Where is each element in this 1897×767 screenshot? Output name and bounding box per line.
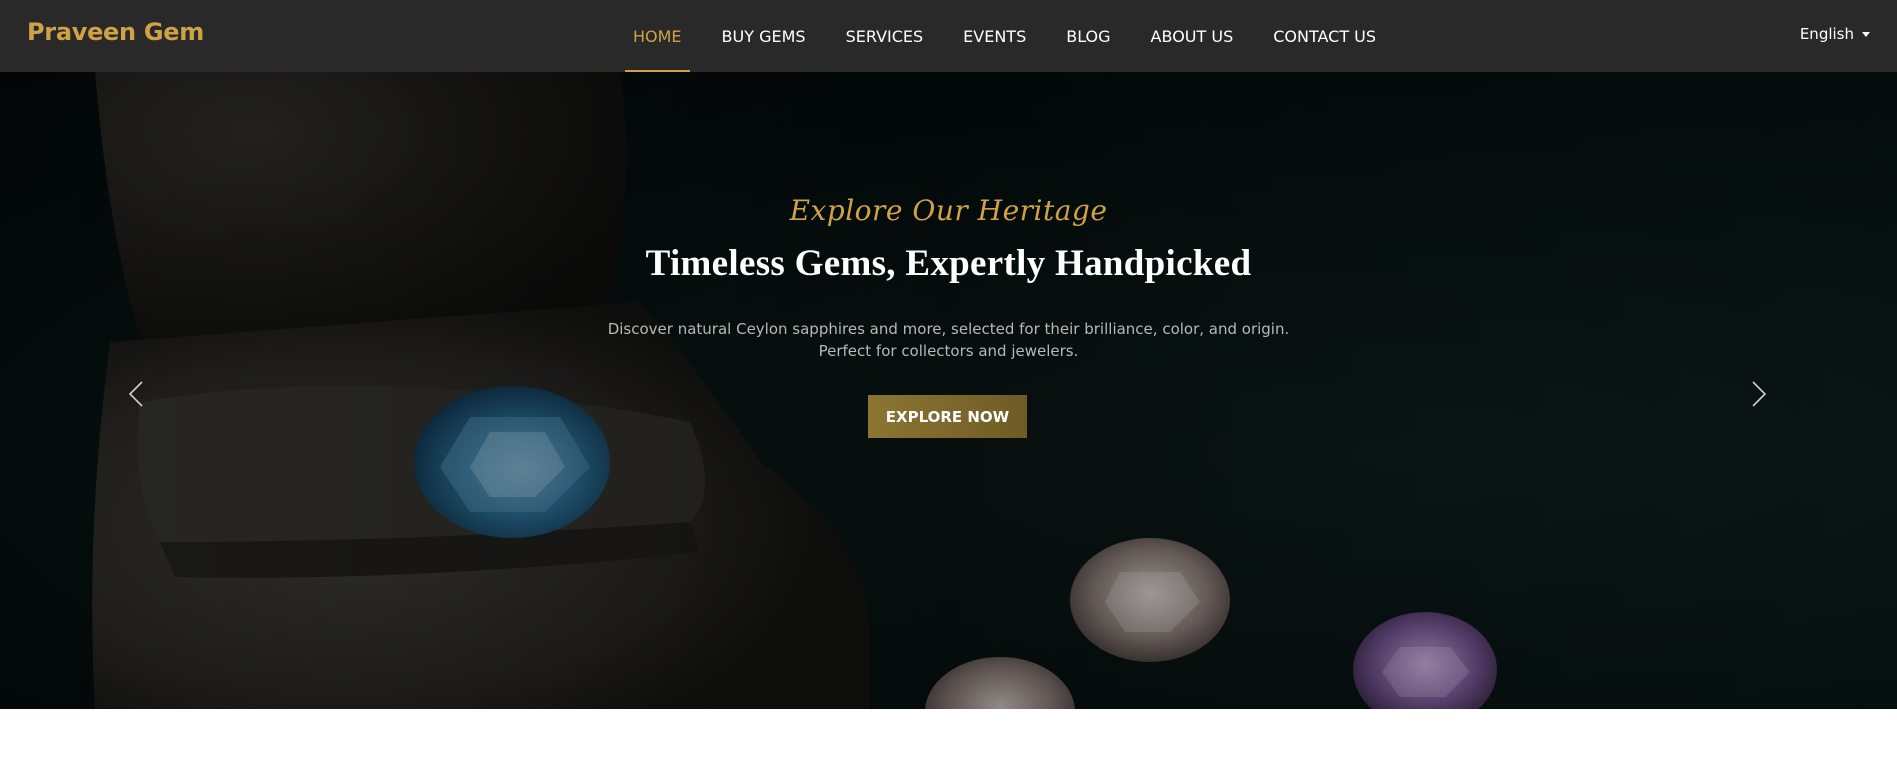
hero-description-line2: Perfect for collectors and jewelers. [818, 342, 1079, 360]
nav-blog[interactable]: BLOG [1066, 27, 1110, 46]
hero-description-line1: Discover natural Ceylon sapphires and mo… [607, 320, 1290, 338]
chevron-right-icon [1752, 381, 1767, 407]
slider-next-button[interactable] [1737, 374, 1777, 414]
nav-services[interactable]: SERVICES [846, 27, 924, 46]
language-selector[interactable]: English [1800, 25, 1870, 43]
language-label: English [1799, 25, 1854, 43]
hero-description: Discover natural Ceylon sapphires and mo… [0, 318, 1897, 362]
chevron-down-icon [1862, 31, 1870, 37]
explore-now-button[interactable]: EXPLORE NOW [868, 395, 1027, 438]
hero-headline: Timeless Gems, Expertly Handpicked [645, 243, 1252, 284]
slider-prev-button[interactable] [118, 374, 158, 414]
nav-about-us[interactable]: ABOUT US [1151, 27, 1234, 46]
main-nav: HOME BUY GEMS SERVICES EVENTS BLOG ABOUT… [0, 0, 1376, 72]
nav-events[interactable]: EVENTS [963, 27, 1026, 46]
nav-contact-us[interactable]: CONTACT US [1273, 27, 1376, 46]
chevron-left-icon [128, 381, 143, 407]
hero-kicker: Explore Our Heritage [789, 194, 1108, 227]
hero-content: Explore Our Heritage Timeless Gems, Expe… [0, 72, 1897, 709]
nav-buy-gems[interactable]: BUY GEMS [722, 27, 806, 46]
hero-slider: Explore Our Heritage Timeless Gems, Expe… [0, 72, 1897, 709]
top-navbar: Praveen Gem HOME BUY GEMS SERVICES EVENT… [0, 0, 1897, 72]
nav-home[interactable]: HOME [625, 27, 690, 72]
